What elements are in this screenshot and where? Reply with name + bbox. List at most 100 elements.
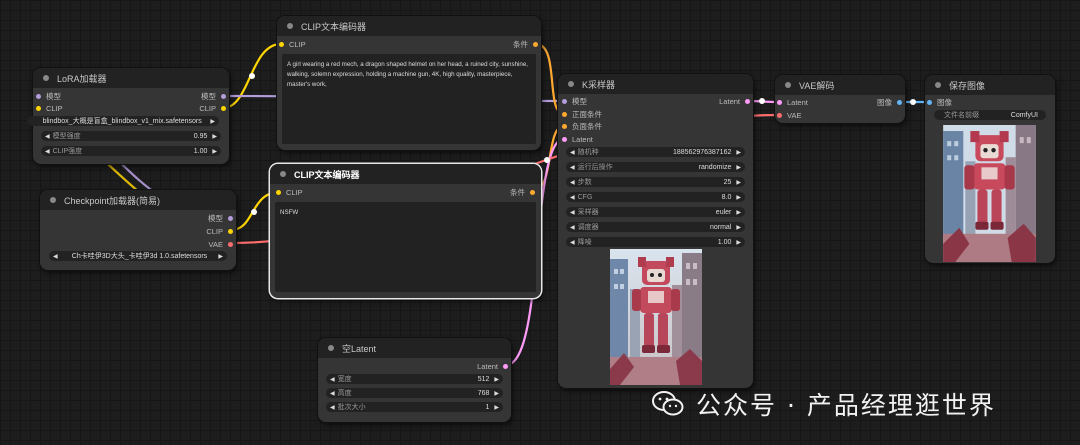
conditioning-socket-icon[interactable] <box>530 189 535 195</box>
ksampler-sampler[interactable]: ◀ 采样器 euler ▶ <box>566 207 745 217</box>
image-socket-icon[interactable] <box>897 99 902 105</box>
save-image-header[interactable]: 保存图像 <box>925 75 1055 95</box>
vae-decode-node[interactable]: VAE解码 Latent VAE 图像 <box>775 75 905 123</box>
lora-input-clip[interactable]: CLIP <box>36 103 63 113</box>
clip-socket-icon[interactable] <box>276 189 281 195</box>
arrow-right-icon[interactable]: ▶ <box>212 148 217 155</box>
ckpt-name-combo[interactable]: ◀ Ch卡哇伊3D大头_卡哇伊3d 1.0.safetensors ▶ <box>49 251 227 261</box>
arrow-left-icon[interactable]: ◀ <box>53 253 58 260</box>
arrow-right-icon[interactable]: ▶ <box>212 133 217 140</box>
vae-decode-header[interactable]: VAE解码 <box>775 75 905 95</box>
checkpoint-loader-node[interactable]: Checkpoint加载器(简易) 模型 CLIP VAE ◀ Ch卡哇伊3D大… <box>40 190 236 270</box>
vae-decode-input-latent[interactable]: Latent <box>777 97 808 107</box>
arrow-right-icon[interactable]: ▶ <box>210 118 215 125</box>
arrow-left-icon[interactable]: ◀ <box>570 149 575 156</box>
conditioning-socket-icon[interactable] <box>562 111 567 117</box>
arrow-right-icon[interactable]: ▶ <box>736 224 741 231</box>
arrow-left-icon[interactable]: ◀ <box>570 224 575 231</box>
lora-clip-strength[interactable]: ◀ CLIP强度 1.00 ▶ <box>41 146 221 156</box>
arrow-left-icon[interactable]: ◀ <box>570 239 575 246</box>
vae-decode-input-vae[interactable]: VAE <box>777 110 801 120</box>
lora-loader-header[interactable]: LoRA加载器 <box>33 68 229 88</box>
empty-latent-batch[interactable]: ◀ 批次大小 1 ▶ <box>326 402 503 412</box>
arrow-left-icon[interactable]: ◀ <box>570 194 575 201</box>
ckpt-output-clip[interactable]: CLIP <box>206 226 233 236</box>
lora-name-combo[interactable]: blindbox_大概是盲盒_blindbox_v1_mix.safetenso… <box>27 116 219 126</box>
collapse-dot-icon[interactable] <box>935 82 941 88</box>
arrow-right-icon[interactable]: ▶ <box>218 253 223 260</box>
save-image-node[interactable]: 保存图像 图像 文件名前缀 ComfyUI <box>925 75 1055 263</box>
arrow-left-icon[interactable]: ◀ <box>570 209 575 216</box>
arrow-right-icon[interactable]: ▶ <box>736 209 741 216</box>
arrow-left-icon[interactable]: ◀ <box>330 390 335 397</box>
ksampler-node[interactable]: K采样器 模型 正面条件 负面条件 Latent Latent ◀ 随机种 18… <box>558 74 753 388</box>
arrow-right-icon[interactable]: ▶ <box>736 149 741 156</box>
ksampler-input-model[interactable]: 模型 <box>562 96 587 106</box>
ksampler-control-after-generate[interactable]: ◀ 运行后操作 randomize ▶ <box>566 162 745 172</box>
arrow-left-icon[interactable]: ◀ <box>330 376 335 383</box>
lora-loader-node[interactable]: LoRA加载器 模型 CLIP 模型 CLIP blindbox_大概是盲盒_b… <box>27 68 229 164</box>
model-socket-icon[interactable] <box>221 93 226 99</box>
checkpoint-loader-header[interactable]: Checkpoint加载器(简易) <box>40 190 236 210</box>
vae-socket-icon[interactable] <box>228 241 233 247</box>
image-socket-icon[interactable] <box>927 99 932 105</box>
ksampler-scheduler[interactable]: ◀ 调度器 normal ▶ <box>566 222 745 232</box>
ksampler-denoise[interactable]: ◀ 降噪 1.00 ▶ <box>566 237 745 247</box>
clip-pos-input-clip[interactable]: CLIP <box>279 39 306 49</box>
clip-text-encode-negative-node[interactable]: CLIP文本编码器 CLIP 条件 NSFW <box>270 164 541 298</box>
conditioning-socket-icon[interactable] <box>562 123 567 129</box>
arrow-left-icon[interactable]: ◀ <box>570 164 575 171</box>
conditioning-socket-icon[interactable] <box>533 41 538 47</box>
collapse-dot-icon[interactable] <box>785 82 791 88</box>
clip-pos-prompt-textarea[interactable]: A girl wearing a red mech, a dragon shap… <box>282 54 536 144</box>
ksampler-output-latent[interactable]: Latent <box>719 96 750 106</box>
arrow-left-icon[interactable]: ◀ <box>45 133 50 140</box>
collapse-dot-icon[interactable] <box>43 75 49 81</box>
collapse-dot-icon[interactable] <box>280 171 286 177</box>
ksampler-cfg[interactable]: ◀ CFG 8.0 ▶ <box>566 192 745 202</box>
collapse-dot-icon[interactable] <box>287 23 293 29</box>
clip-neg-output-conditioning[interactable]: 条件 <box>510 187 535 197</box>
lora-input-model[interactable]: 模型 <box>36 91 61 101</box>
model-socket-icon[interactable] <box>562 98 567 104</box>
latent-socket-icon[interactable] <box>777 99 782 105</box>
clip-pos-header[interactable]: CLIP文本编码器 <box>277 16 541 36</box>
empty-latent-height[interactable]: ◀ 高度 768 ▶ <box>326 388 503 398</box>
model-socket-icon[interactable] <box>36 93 41 99</box>
collapse-dot-icon[interactable] <box>50 197 56 203</box>
arrow-left-icon[interactable]: ◀ <box>330 404 335 411</box>
clip-socket-icon[interactable] <box>36 105 41 111</box>
arrow-left-icon[interactable]: ◀ <box>45 148 50 155</box>
clip-socket-icon[interactable] <box>279 41 284 47</box>
ckpt-output-model[interactable]: 模型 <box>208 213 233 223</box>
empty-latent-header[interactable]: 空Latent <box>318 338 511 358</box>
arrow-right-icon[interactable]: ▶ <box>494 376 499 383</box>
arrow-right-icon[interactable]: ▶ <box>736 179 741 186</box>
vae-decode-output-image[interactable]: 图像 <box>877 97 902 107</box>
clip-socket-icon[interactable] <box>228 228 233 234</box>
latent-socket-icon[interactable] <box>745 98 750 104</box>
collapse-dot-icon[interactable] <box>328 345 334 351</box>
lora-output-model[interactable]: 模型 <box>201 91 226 101</box>
empty-latent-output[interactable]: Latent <box>477 361 508 371</box>
lora-model-strength[interactable]: ◀ 模型强度 0.95 ▶ <box>41 131 221 141</box>
clip-socket-icon[interactable] <box>221 105 226 111</box>
clip-pos-output-conditioning[interactable]: 条件 <box>513 39 538 49</box>
save-image-filename-prefix[interactable]: 文件名前缀 ComfyUI <box>934 110 1046 120</box>
arrow-right-icon[interactable]: ▶ <box>736 194 741 201</box>
arrow-right-icon[interactable]: ▶ <box>736 239 741 246</box>
arrow-right-icon[interactable]: ▶ <box>736 164 741 171</box>
lora-output-clip[interactable]: CLIP <box>199 103 226 113</box>
latent-socket-icon[interactable] <box>503 363 508 369</box>
ksampler-input-positive[interactable]: 正面条件 <box>562 109 602 119</box>
clip-neg-header[interactable]: CLIP文本编码器 <box>270 164 541 184</box>
arrow-right-icon[interactable]: ▶ <box>494 404 499 411</box>
ksampler-input-latent[interactable]: Latent <box>562 134 593 144</box>
ksampler-input-negative[interactable]: 负面条件 <box>562 121 602 131</box>
ksampler-seed[interactable]: ◀ 随机种 188562976387162 ▶ <box>566 147 745 157</box>
vae-socket-icon[interactable] <box>777 112 782 118</box>
empty-latent-width[interactable]: ◀ 宽度 512 ▶ <box>326 374 503 384</box>
clip-text-encode-positive-node[interactable]: CLIP文本编码器 CLIP 条件 A girl wearing a red m… <box>277 16 541 150</box>
model-socket-icon[interactable] <box>228 215 233 221</box>
clip-neg-input-clip[interactable]: CLIP <box>276 187 303 197</box>
